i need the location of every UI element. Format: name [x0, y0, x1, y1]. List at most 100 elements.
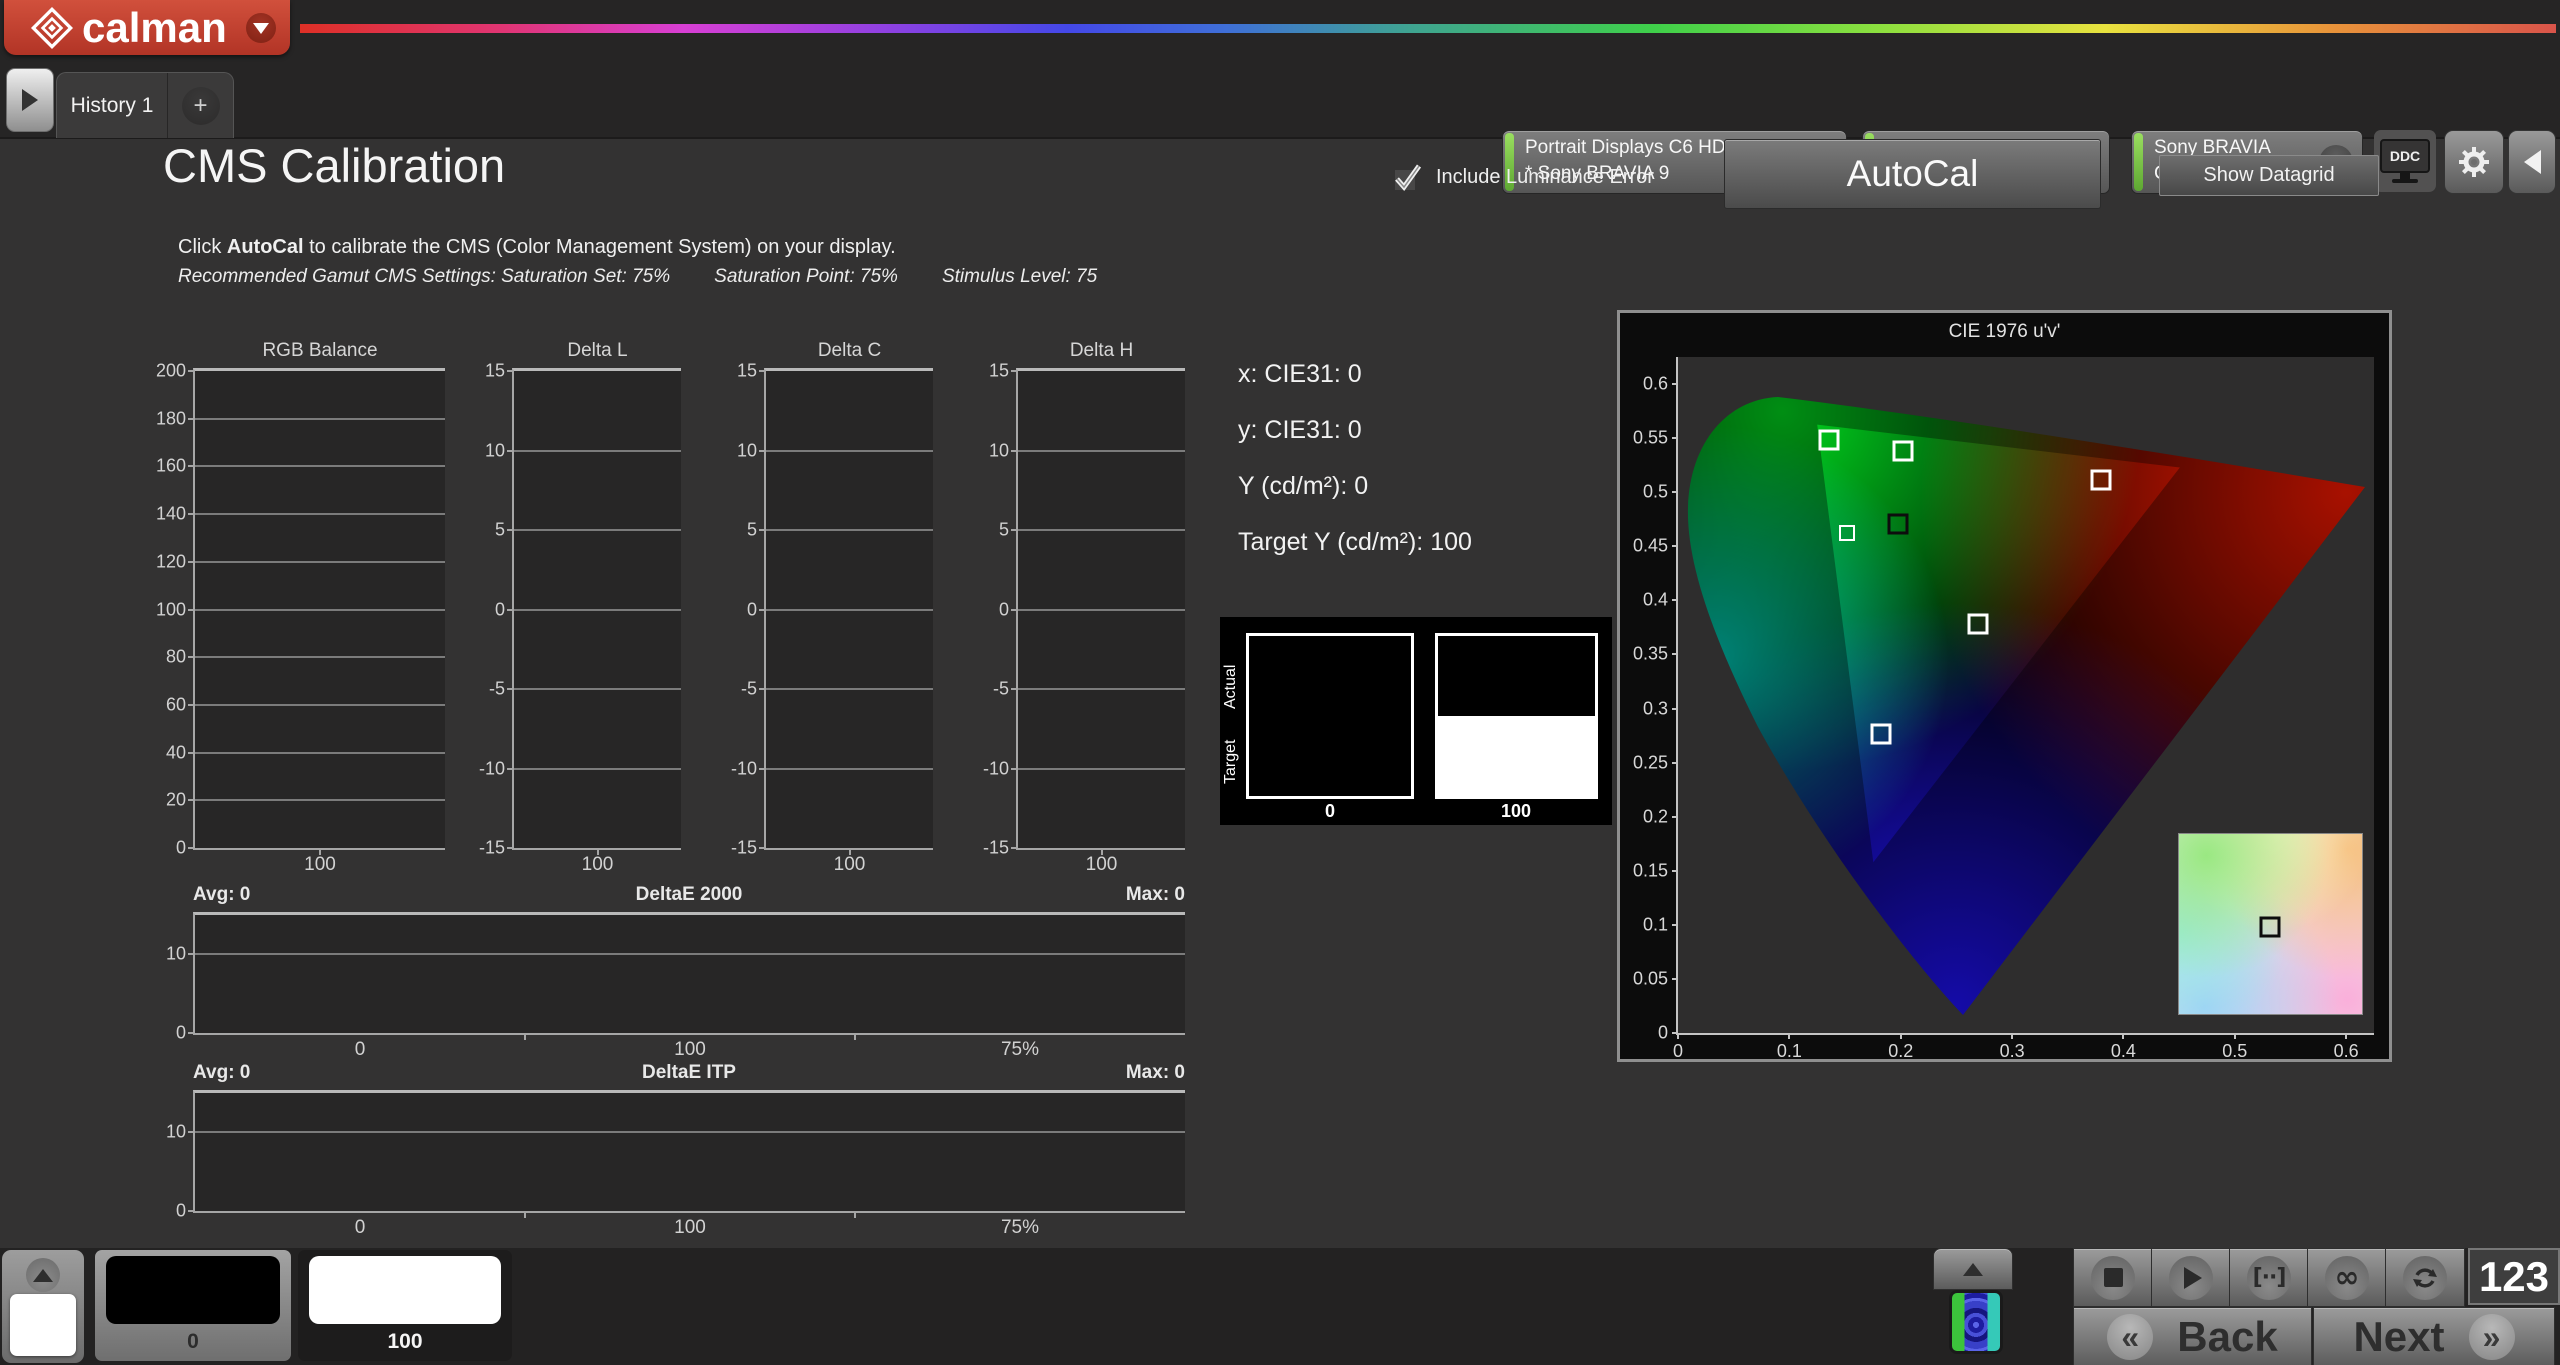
y-tick-mark: [759, 450, 766, 452]
include-luminance-checkbox[interactable]: Include Luminance Error: [1392, 162, 1654, 192]
refresh-icon: [2403, 1256, 2447, 1300]
y-tick-mark: [507, 768, 514, 770]
x-tick-label: 100: [582, 854, 614, 876]
y-tick-label: 60: [166, 694, 186, 715]
cie-x-tick-mark: [1900, 1033, 1902, 1039]
cie-x-tick-mark: [1788, 1033, 1790, 1039]
settings-button[interactable]: [2444, 130, 2504, 194]
cie-1976-chart-panel: CIE 1976 u'v' 00.050.10.150.20.250.30.35…: [1617, 310, 2392, 1062]
cie-plot-area: 00.050.10.150.20.250.30.350.40.450.50.55…: [1676, 357, 2374, 1035]
y-tick-mark: [759, 609, 766, 611]
cie-y-tick-mark: [1672, 491, 1678, 493]
gridline: [195, 418, 445, 420]
logo-caret-icon[interactable]: [246, 13, 276, 43]
cie-y-tick-label: 0.05: [1633, 968, 1668, 989]
gridline: [514, 529, 681, 531]
deltae2000-max: Max: 0: [193, 884, 1185, 906]
cie-y-tick-label: 0.2: [1643, 806, 1668, 827]
cie-x-tick-label: 0: [1673, 1041, 1683, 1062]
y-tick-label: 200: [156, 361, 186, 382]
cie-marker-inset-marker: [2260, 917, 2281, 938]
x-tick-label: 100: [304, 854, 336, 876]
tab-group: History 1 +: [56, 72, 234, 138]
stop-icon: [2091, 1256, 2135, 1300]
autocal-button[interactable]: AutoCal: [1724, 139, 2101, 209]
x-tick-label: 100: [834, 854, 866, 876]
y-tick-mark: [507, 688, 514, 690]
refresh-button[interactable]: [2385, 1248, 2465, 1307]
cie-marker-blue-target: [1870, 724, 1891, 745]
cie-marker-cyan-target: [1839, 525, 1855, 541]
cie-marker-red-target: [2091, 470, 2112, 491]
include-luminance-label: Include Luminance Error: [1436, 166, 1654, 189]
gridline: [1018, 609, 1185, 611]
gridline: [766, 768, 933, 770]
cie-x-tick-label: 0.4: [2111, 1041, 2136, 1062]
left-arrow-icon: [2524, 150, 2541, 174]
patch-100-label: 100: [1501, 801, 1531, 822]
y-tick-label: -5: [489, 679, 505, 700]
cie-y-tick-label: 0.3: [1643, 698, 1668, 719]
cie-y-tick-label: 0.4: [1643, 590, 1668, 611]
cie-y-tick-mark: [1672, 762, 1678, 764]
cie-x-tick-label: 0.6: [2334, 1041, 2359, 1062]
calman-menu-button[interactable]: calman: [4, 0, 290, 55]
cie-y-tick-label: 0.15: [1633, 860, 1668, 881]
pattern-window-panel: [2, 1250, 84, 1363]
cie-y-tick-mark: [1672, 653, 1678, 655]
y-tick-mark: [759, 847, 766, 849]
y-tick-label: -10: [731, 758, 757, 779]
double-chevron-left-icon: «: [2107, 1314, 2153, 1360]
gridline: [766, 688, 933, 690]
collapse-panel-button[interactable]: [2508, 130, 2556, 194]
chart-title: RGB Balance: [195, 340, 445, 362]
stop-button[interactable]: [2073, 1248, 2153, 1307]
ddc-button[interactable]: DDC: [2374, 130, 2436, 192]
plus-icon: +: [182, 87, 220, 125]
x-tick-label: 75%: [1001, 1217, 1039, 1239]
target-label: Target: [1222, 722, 1240, 802]
gridline: [195, 704, 445, 706]
ddc-monitor-icon: DDC: [2380, 139, 2430, 173]
y-tick-mark: [1011, 609, 1018, 611]
display-connected-indicator: [2134, 133, 2143, 191]
show-datagrid-button[interactable]: Show Datagrid: [2159, 155, 2379, 196]
y-tick-mark: [188, 656, 195, 658]
x-tick-label: 0: [355, 1039, 366, 1061]
pattern-tile-100[interactable]: 100: [298, 1250, 512, 1361]
gridline: [195, 609, 445, 611]
next-button[interactable]: Next »: [2313, 1307, 2555, 1365]
chart-title: Delta H: [1018, 340, 1185, 362]
back-button[interactable]: « Back: [2073, 1307, 2312, 1365]
chart-title: Delta L: [514, 340, 681, 362]
pattern-tile-0[interactable]: 0: [95, 1250, 291, 1361]
y-tick-label: 0: [176, 838, 186, 859]
sidebar-expander-button[interactable]: [6, 68, 54, 132]
test-pattern-thumbnail[interactable]: [1949, 1290, 2003, 1354]
step-button[interactable]: [··]: [2229, 1248, 2309, 1307]
cie-marker-green-target: [1819, 430, 1840, 451]
tab-history[interactable]: History 1: [57, 73, 167, 138]
patch-0-label: 0: [1325, 801, 1335, 822]
gridline: [195, 513, 445, 515]
y-tick-label: 15: [989, 361, 1009, 382]
expand-up-button[interactable]: [26, 1258, 60, 1292]
pattern-window-preview[interactable]: [10, 1294, 76, 1356]
calman-app-window: calman History 1 + Portrait Displays C6 …: [0, 0, 2560, 1365]
cie-marker-yellow-target: [1892, 441, 1913, 462]
play-button[interactable]: [2151, 1248, 2231, 1307]
expand-controls-button[interactable]: [1933, 1248, 2013, 1290]
add-tab-button[interactable]: +: [168, 73, 233, 138]
gridline: [195, 1131, 1185, 1133]
x-tick-mark: [524, 1211, 526, 1218]
y-tick-label: 10: [485, 440, 505, 461]
y-tick-mark: [188, 847, 195, 849]
y-tick-label: 10: [989, 440, 1009, 461]
y-tick-label: -10: [983, 758, 1009, 779]
y-tick-mark: [759, 529, 766, 531]
x-tick-mark: [524, 1033, 526, 1040]
cie-y-tick-label: 0.6: [1643, 374, 1668, 395]
readout-x: x: CIE31: 0: [1238, 360, 1472, 416]
loop-button[interactable]: ∞: [2307, 1248, 2387, 1307]
patch-100: [1435, 633, 1598, 799]
